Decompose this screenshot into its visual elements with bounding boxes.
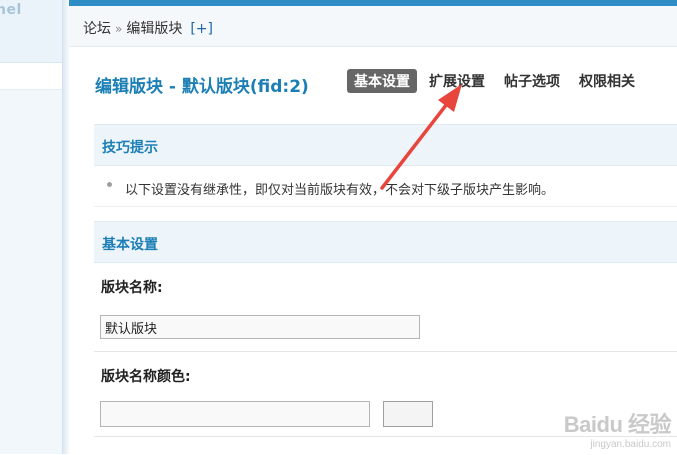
breadcrumb-forum-link[interactable]: 论坛	[83, 21, 111, 37]
forum-name-color-label: 版块名称颜色:	[101, 369, 191, 385]
tip-row: 以下设置没有继承性，即仅对当前版块有效，不会对下级子版块产生影响。	[94, 168, 677, 207]
tips-header-label: 技巧提示	[102, 140, 158, 156]
add-shortcut-button[interactable]: [+]	[190, 21, 213, 37]
sidebar-header: nel	[0, 0, 62, 63]
main-content: 编辑版块 - 默认版块(fid:2) 基本设置 扩展设置 帖子选项 权限相关 技巧提示…	[69, 47, 677, 454]
page-title: 编辑版块 - 默认版块(fid:2)	[95, 77, 309, 97]
basic-header-label: 基本设置	[102, 237, 158, 253]
forum-name-input[interactable]	[100, 315, 420, 339]
breadcrumb-bar: 论坛 » 编辑版块 [+]	[69, 6, 677, 47]
watermark: Baidu 经验 jingyan.baidu.com	[563, 407, 672, 450]
tab-extended-settings[interactable]: 扩展设置	[422, 69, 492, 93]
watermark-url: jingyan.baidu.com	[590, 439, 671, 450]
sidebar-item[interactable]	[0, 63, 62, 90]
tab-bar: 基本设置 扩展设置 帖子选项 权限相关	[347, 69, 647, 93]
field-divider	[94, 351, 677, 352]
tips-section-header: 技巧提示	[94, 124, 677, 166]
breadcrumb: 论坛 » 编辑版块 [+]	[83, 18, 213, 38]
bullet-icon	[107, 182, 112, 187]
sidebar: nel	[0, 0, 62, 454]
breadcrumb-current: 编辑版块	[126, 21, 183, 37]
panel-label: nel	[0, 2, 22, 18]
tip-text: 以下设置没有继承性，即仅对当前版块有效，不会对下级子版块产生影响。	[125, 183, 555, 198]
basic-section-header: 基本设置	[94, 221, 677, 263]
tab-permissions[interactable]: 权限相关	[572, 69, 642, 93]
tab-basic-settings[interactable]: 基本设置	[347, 69, 417, 93]
watermark-logo: Baidu 经验	[563, 412, 672, 437]
tab-post-options[interactable]: 帖子选项	[497, 69, 567, 93]
next-field-label-partial	[101, 449, 141, 455]
breadcrumb-separator: »	[115, 22, 123, 36]
forum-name-label: 版块名称:	[101, 280, 163, 296]
color-picker-button[interactable]	[383, 401, 433, 427]
forum-name-color-input[interactable]	[100, 401, 370, 427]
